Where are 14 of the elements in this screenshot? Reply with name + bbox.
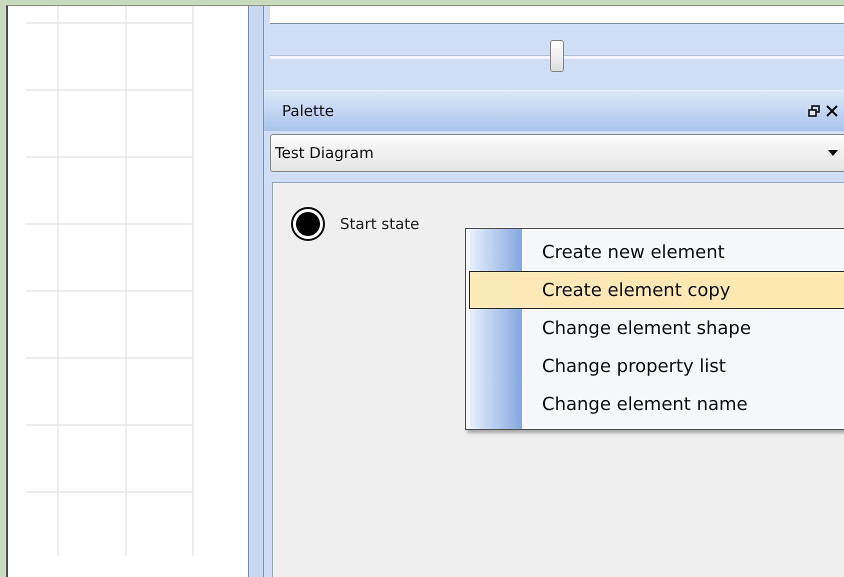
restore-icon[interactable] [808,105,820,117]
close-icon[interactable] [826,105,838,117]
menu-item[interactable]: Change element shape [469,309,844,347]
slider-thumb[interactable] [550,40,564,72]
menu-item[interactable]: Change element name [469,385,844,423]
menu-item[interactable]: Create element copy [469,271,844,309]
diagram-dropdown[interactable]: Test Diagram [270,134,844,172]
menu-item[interactable]: Create new element [469,233,844,271]
start-state-icon [290,206,326,242]
palette-title: Palette [282,102,334,120]
menu-item[interactable]: Change property list [469,347,844,385]
dropdown-arrow-icon [828,150,838,156]
splitter-bar[interactable] [248,6,264,577]
palette-item[interactable]: Start state [340,215,420,233]
